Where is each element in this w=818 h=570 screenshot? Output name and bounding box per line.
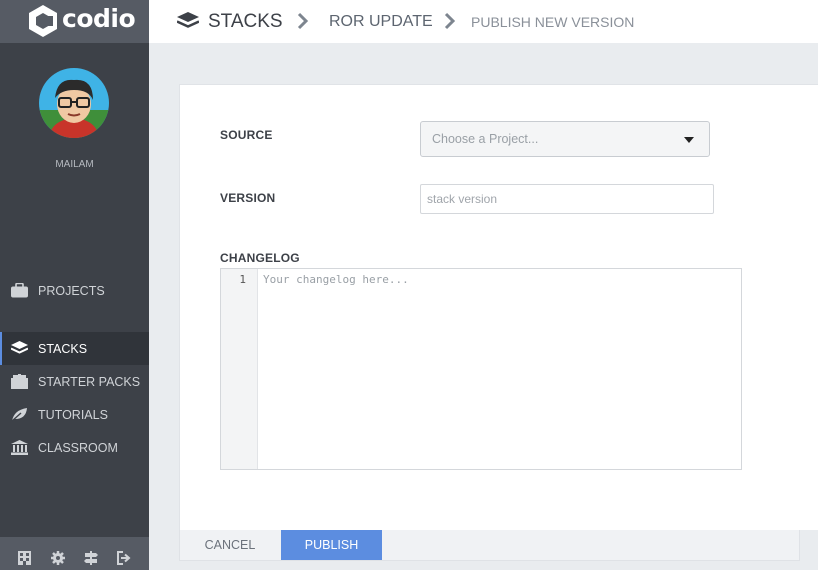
line-number: 1: [239, 273, 246, 286]
sidebar: codio MAILAM PROJECTS STACKS STARTER PAC…: [0, 0, 149, 570]
form-actions: CANCEL PUBLISH: [179, 530, 800, 561]
source-select-placeholder: Choose a Project...: [432, 132, 539, 146]
building-icon[interactable]: [17, 550, 33, 566]
caret-down-icon: [684, 137, 694, 143]
avatar-image: [39, 68, 109, 138]
codio-logo-icon: [29, 5, 57, 37]
breadcrumb-stacks[interactable]: STACKS: [177, 0, 283, 43]
changelog-label: CHANGELOG: [220, 251, 300, 265]
sidebar-item-projects[interactable]: PROJECTS: [0, 274, 149, 307]
source-project-select[interactable]: Choose a Project...: [420, 121, 710, 157]
version-label: VERSION: [220, 191, 276, 205]
signpost-icon[interactable]: [83, 550, 99, 566]
sidebar-item-starter-packs[interactable]: STARTER PACKS: [0, 365, 149, 398]
username: MAILAM: [55, 159, 94, 170]
logo-bar: codio: [0, 0, 149, 43]
changelog-editor[interactable]: 1 Your changelog here...: [220, 268, 742, 470]
stacks-layers-icon: [10, 341, 28, 357]
sidebar-item-label: STARTER PACKS: [38, 374, 141, 389]
sidebar-item-stacks[interactable]: STACKS: [0, 332, 149, 365]
breadcrumb: STACKS ROR UPDATE PUBLISH NEW VERSION: [149, 0, 818, 43]
sidebar-item-label: STACKS: [38, 341, 88, 356]
version-input[interactable]: [420, 184, 714, 214]
chevron-right-icon: [444, 12, 456, 30]
logout-icon[interactable]: [116, 550, 132, 566]
sidebar-bottom-bar: [0, 537, 149, 570]
sidebar-item-label: PROJECTS: [38, 283, 105, 298]
breadcrumb-publish-new-version: PUBLISH NEW VERSION: [471, 0, 634, 43]
sidebar-item-classroom[interactable]: CLASSROOM: [0, 431, 149, 464]
editor-gutter: 1: [221, 269, 258, 469]
breadcrumb-label: PUBLISH NEW VERSION: [471, 13, 635, 30]
stacks-layers-icon: [177, 12, 199, 31]
avatar[interactable]: [39, 68, 109, 138]
bank-icon: [10, 440, 28, 456]
breadcrumb-label: ROR UPDATE: [329, 12, 433, 30]
sidebar-item-label: CLASSROOM: [38, 440, 118, 455]
sidebar-item-tutorials[interactable]: TUTORIALS: [0, 398, 149, 431]
changelog-placeholder: Your changelog here...: [263, 273, 409, 286]
cancel-button[interactable]: CANCEL: [180, 530, 280, 560]
breadcrumb-label: STACKS: [208, 10, 283, 32]
chevron-right-icon: [297, 12, 309, 30]
gear-icon[interactable]: [50, 550, 66, 566]
publish-form-card: SOURCE Choose a Project... VERSION CHANG…: [179, 84, 818, 530]
package-icon: [10, 374, 28, 390]
briefcase-icon: [10, 283, 28, 299]
logo-text: codio: [62, 4, 136, 33]
publish-button[interactable]: PUBLISH: [281, 530, 382, 560]
source-label: SOURCE: [220, 128, 273, 142]
sidebar-item-label: TUTORIALS: [38, 407, 108, 422]
leaf-icon: [10, 407, 28, 423]
breadcrumb-ror-update[interactable]: ROR UPDATE: [329, 0, 433, 43]
